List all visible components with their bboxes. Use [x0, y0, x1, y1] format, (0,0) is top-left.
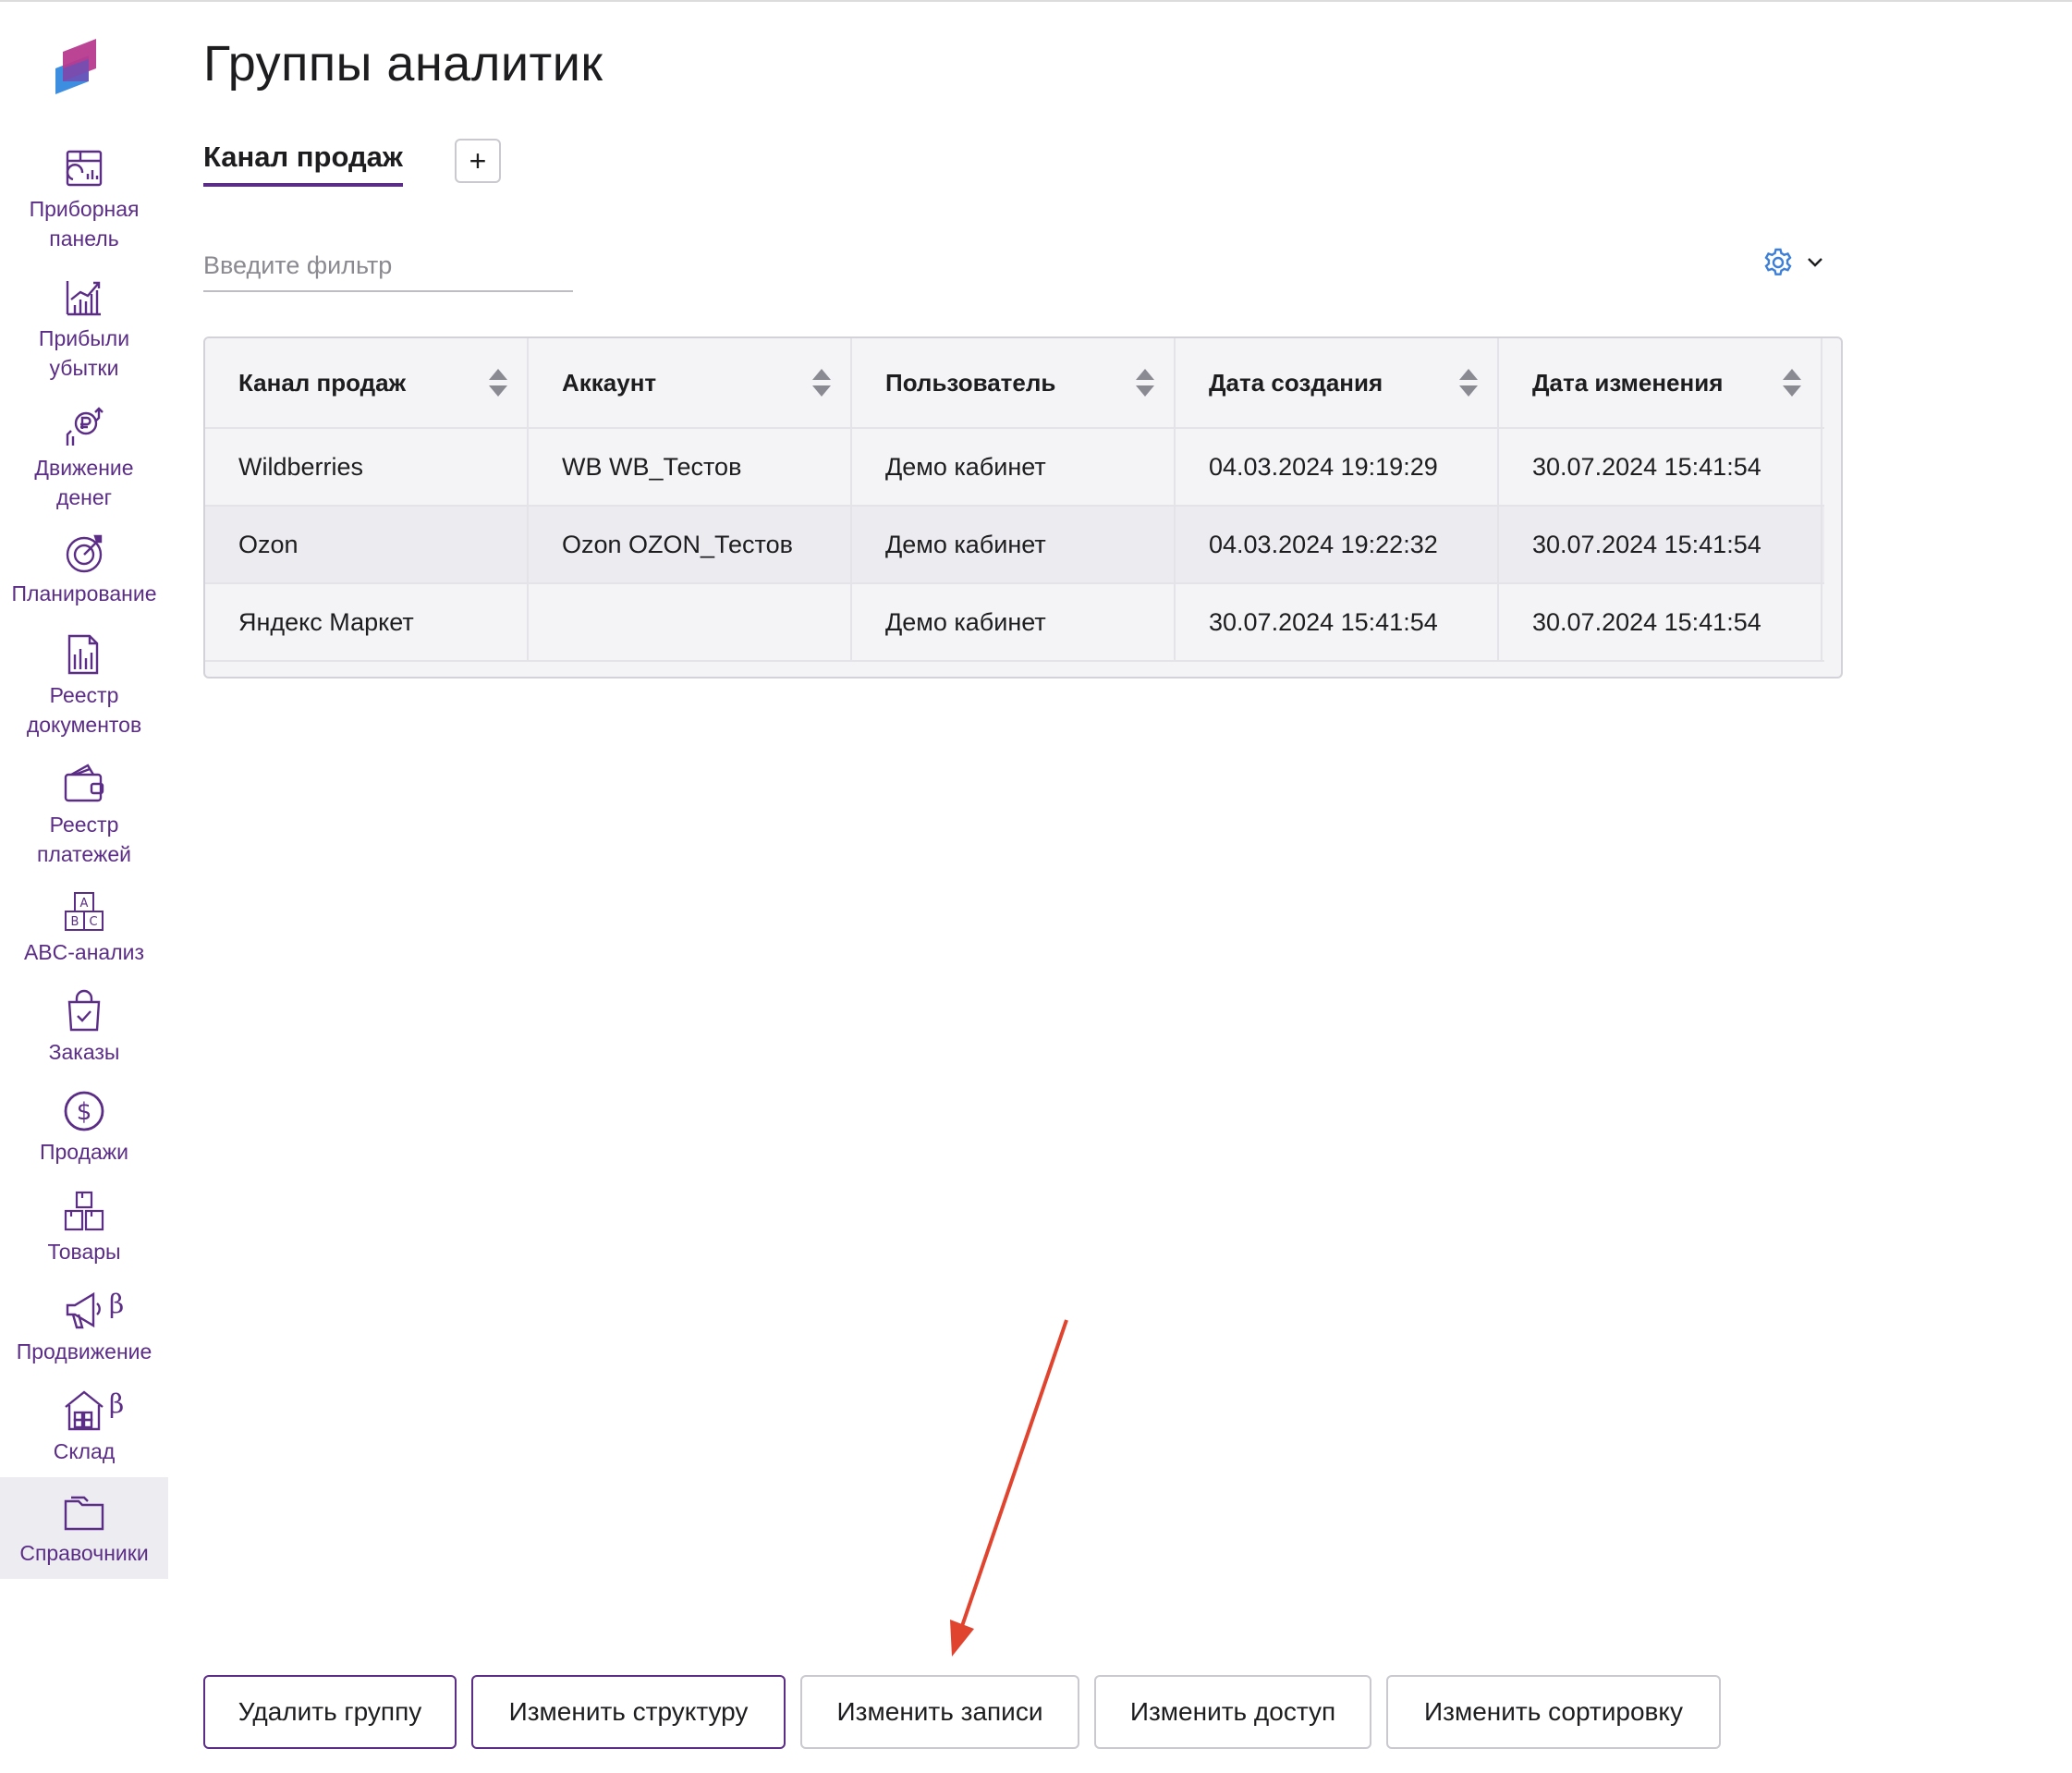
sidebar-label-references: Справочники — [19, 1541, 149, 1565]
sidebar-label-profit: Прибыли убытки — [38, 326, 130, 380]
document-registry-icon — [67, 634, 99, 675]
sidebar-item-sales[interactable]: $ Продажи — [0, 1089, 168, 1167]
sort-icon[interactable] — [1458, 367, 1479, 398]
sidebar-item-dashboard[interactable]: Приборная панель — [0, 146, 168, 253]
profit-chart-icon — [66, 281, 101, 316]
tab-sales-channel[interactable]: Канал продаж — [203, 141, 403, 187]
svg-text:B: B — [71, 915, 79, 929]
promotion-beta-badge: β — [109, 1289, 125, 1319]
money-flow-icon — [66, 407, 104, 446]
top-border — [0, 0, 2072, 2]
sidebar-item-payments[interactable]: Реестр платежей — [0, 762, 168, 869]
sort-icon[interactable] — [488, 367, 508, 398]
table-cell: 04.03.2024 19:22:32 — [1176, 507, 1499, 582]
column-header-created[interactable]: Дата создания — [1176, 338, 1499, 427]
table-cell: Демо кабинет — [852, 507, 1176, 582]
sidebar-label-sales: Продажи — [39, 1140, 129, 1164]
column-header-sales-channel[interactable]: Канал продаж — [205, 338, 529, 427]
sort-icon[interactable] — [1135, 367, 1155, 398]
sidebar-item-goods[interactable]: Товары — [0, 1189, 168, 1266]
edit-access-button[interactable]: Изменить доступ — [1094, 1675, 1371, 1749]
sidebar-label-documents: Реестр документов — [26, 683, 142, 737]
table-cell: Демо кабинет — [852, 584, 1176, 660]
sidebar: Приборная панель Прибыли убытки Движение… — [0, 0, 168, 1773]
svg-text:A: A — [80, 897, 89, 911]
delete-group-button[interactable]: Удалить группу — [203, 1675, 457, 1749]
table-row[interactable]: Wildberries WB WB_Тестов Демо кабинет 04… — [205, 429, 1824, 507]
table-row[interactable]: Ozon Ozon OZON_Тестов Демо кабинет 04.03… — [205, 507, 1824, 584]
abc-blocks-icon: A B C — [65, 892, 104, 931]
table-cell: WB WB_Тестов — [529, 429, 852, 505]
folder-icon — [64, 1496, 104, 1531]
table-cell: Wildberries — [205, 429, 529, 505]
sidebar-item-documents[interactable]: Реестр документов — [0, 632, 168, 740]
warehouse-icon — [65, 1390, 104, 1431]
table-cell: 30.07.2024 15:41:54 — [1499, 584, 1822, 660]
edit-structure-button[interactable]: Изменить структуру — [471, 1675, 786, 1749]
table-cell: Ozon OZON_Тестов — [529, 507, 852, 582]
sidebar-item-promotion[interactable]: β Продвижение — [0, 1289, 168, 1366]
column-header-account[interactable]: Аккаунт — [529, 338, 852, 427]
sidebar-label-promotion: Продвижение — [16, 1339, 152, 1363]
sidebar-item-profit[interactable]: Прибыли убытки — [0, 275, 168, 383]
table-cell: Демо кабинет — [852, 429, 1176, 505]
dollar-circle-icon: $ — [64, 1091, 104, 1131]
sidebar-item-warehouse[interactable]: β Склад — [0, 1388, 168, 1466]
table-header-row: Канал продаж Аккаунт Пользователь Дата с… — [205, 338, 1824, 429]
sidebar-item-planning[interactable]: Планирование — [0, 531, 168, 608]
sidebar-label-goods: Товары — [47, 1240, 121, 1264]
edit-records-button[interactable]: Изменить записи — [800, 1675, 1079, 1749]
sidebar-label-cashflow: Движение денег — [34, 456, 134, 509]
sidebar-item-cashflow[interactable]: Движение денег — [0, 405, 168, 512]
target-icon — [66, 534, 103, 573]
sidebar-label-dashboard: Приборная панель — [29, 197, 140, 251]
dashboard-icon — [66, 150, 103, 187]
megaphone-icon — [66, 1291, 101, 1329]
column-header-label: Дата изменения — [1532, 368, 1724, 397]
filter-input[interactable] — [203, 240, 573, 292]
sort-icon[interactable] — [811, 367, 832, 398]
sidebar-label-payments: Реестр платежей — [37, 813, 131, 866]
table-cell: 04.03.2024 19:19:29 — [1176, 429, 1499, 505]
svg-text:C: C — [89, 915, 97, 929]
sidebar-label-orders: Заказы — [48, 1040, 120, 1064]
sort-icon[interactable] — [1782, 367, 1802, 398]
warehouse-beta-badge: β — [109, 1388, 125, 1419]
sidebar-item-references[interactable]: Справочники — [0, 1477, 168, 1579]
boxes-icon — [64, 1191, 104, 1231]
add-tab-button[interactable]: + — [455, 139, 501, 183]
sidebar-item-orders[interactable]: Заказы — [0, 989, 168, 1067]
sidebar-label-warehouse: Склад — [53, 1439, 116, 1463]
edit-sorting-button[interactable]: Изменить сортировку — [1386, 1675, 1721, 1749]
column-header-label: Дата создания — [1209, 368, 1383, 397]
sidebar-label-planning: Планирование — [11, 581, 157, 605]
column-header-label: Аккаунт — [562, 368, 657, 397]
table-cell: Ozon — [205, 507, 529, 582]
data-table: Канал продаж Аккаунт Пользователь Дата с… — [203, 336, 1843, 679]
column-header-modified[interactable]: Дата изменения — [1499, 338, 1822, 427]
shopping-bag-icon — [67, 989, 101, 1032]
table-cell — [529, 584, 852, 660]
table-settings-dropdown[interactable] — [1761, 244, 1828, 281]
chevron-down-icon — [1808, 258, 1822, 267]
app-logo[interactable] — [48, 31, 104, 100]
wallet-icon — [64, 764, 104, 802]
column-header-user[interactable]: Пользователь — [852, 338, 1176, 427]
svg-text:$: $ — [77, 1098, 92, 1126]
table-cell: 30.07.2024 15:41:54 — [1499, 429, 1822, 505]
table-cell: Яндекс Маркет — [205, 584, 529, 660]
page-title: Группы аналитик — [203, 36, 603, 92]
column-header-label: Канал продаж — [238, 368, 407, 397]
table-row[interactable]: Яндекс Маркет Демо кабинет 30.07.2024 15… — [205, 584, 1824, 662]
column-header-label: Пользователь — [885, 368, 1056, 397]
table-cell: 30.07.2024 15:41:54 — [1176, 584, 1499, 660]
sidebar-label-abc: ABC-анализ — [23, 940, 145, 964]
annotation-arrow — [950, 1319, 1068, 1657]
table-cell: 30.07.2024 15:41:54 — [1499, 507, 1822, 582]
sidebar-item-abc[interactable]: A B C ABC-анализ — [0, 889, 168, 967]
